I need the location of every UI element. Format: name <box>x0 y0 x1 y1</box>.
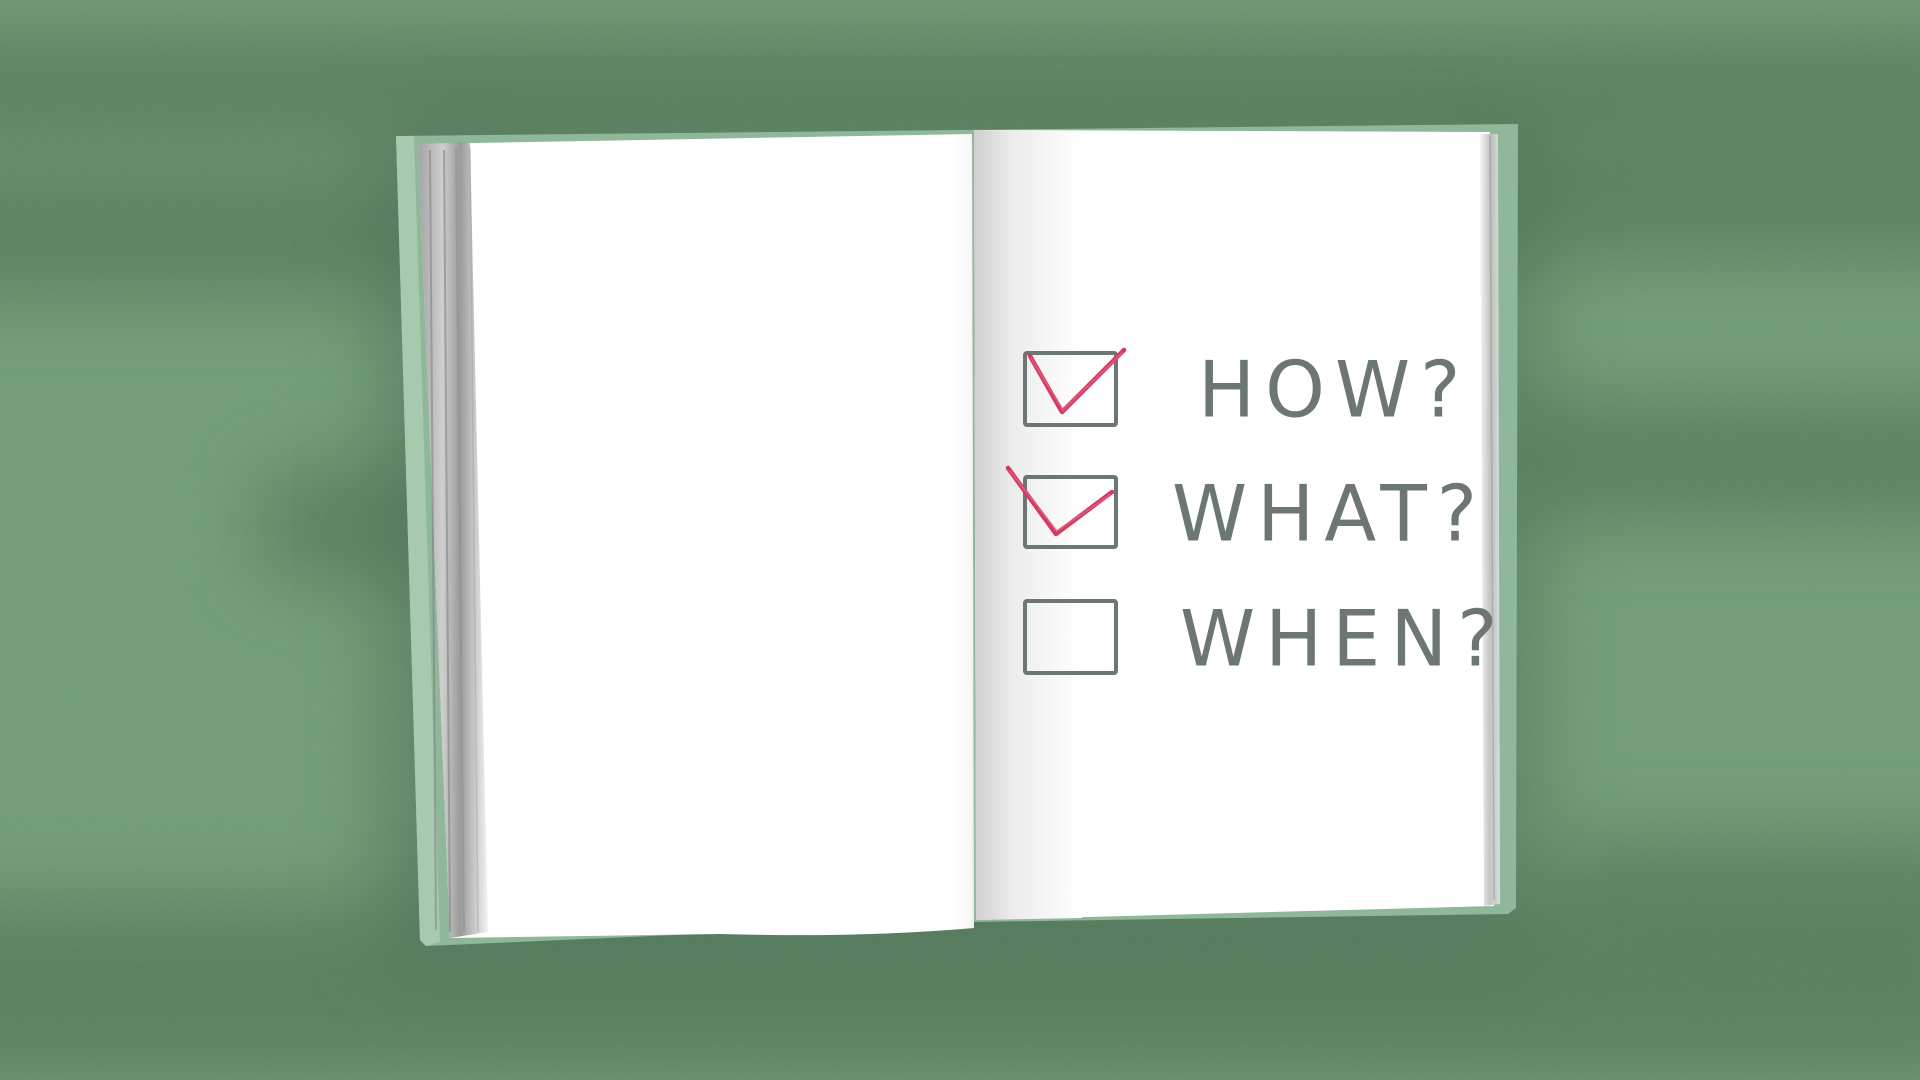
checklist-label-what: WHAT? <box>1172 468 1488 559</box>
checklist-label-how: HOW? <box>1198 344 1471 435</box>
open-notebook <box>396 124 1518 946</box>
left-page <box>418 134 974 938</box>
checklist-label-when: WHEN? <box>1180 593 1508 684</box>
illustration-scene: HOW? WHAT? WHEN? <box>0 0 1920 1080</box>
